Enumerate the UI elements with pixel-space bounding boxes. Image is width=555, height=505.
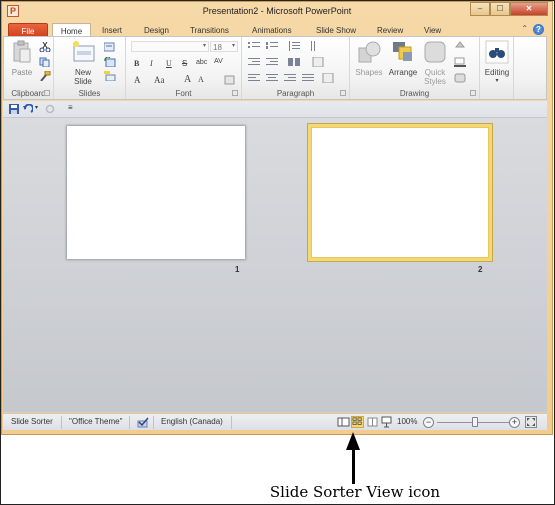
grow-font-button[interactable]: A (184, 74, 191, 85)
copy-icon[interactable] (39, 57, 51, 67)
binoculars-icon (485, 40, 509, 64)
slide-thumbnail-1[interactable] (67, 126, 245, 259)
status-bar: Slide Sorter "Office Theme" English (Can… (3, 413, 547, 430)
justify-icon[interactable] (302, 73, 314, 83)
quick-styles-button[interactable]: Quick Styles (420, 40, 450, 86)
clipboard-launcher[interactable] (44, 90, 50, 96)
new-slide-button[interactable]: New Slide (68, 40, 98, 86)
reading-view-icon[interactable] (366, 416, 379, 428)
paste-button[interactable]: Paste (8, 40, 36, 77)
slide-number-2: 2 (478, 265, 483, 274)
layout-icon[interactable] (104, 42, 116, 52)
bullets-icon[interactable] (248, 41, 260, 51)
section-icon[interactable] (104, 71, 116, 81)
align-text-icon[interactable] (312, 57, 324, 67)
undo-dropdown-icon[interactable]: ▾ (35, 104, 38, 111)
fit-to-window-icon[interactable] (525, 416, 537, 428)
slide-sorter-pane: 1 2 (3, 118, 547, 412)
drawing-group: Shapes Arrange Quick Styles Drawing (350, 37, 480, 99)
decrease-indent-icon[interactable] (248, 57, 260, 67)
underline-button[interactable]: U (166, 59, 172, 68)
annotation-caption: Slide Sorter View icon (269, 483, 441, 501)
ribbon: Paste Clipboard New Slide Slides ▾ 18 ▾ B… (3, 36, 547, 100)
font-group: ▾ 18 ▾ B I U S abc AV A Aa A A Font (126, 37, 242, 99)
slide-number-1: 1 (235, 265, 240, 274)
annotation-arrow-line (352, 446, 355, 484)
zoom-in-button[interactable]: + (509, 417, 520, 428)
text-direction-icon[interactable] (310, 41, 322, 51)
zoom-level[interactable]: 100% (397, 417, 417, 426)
font-launcher[interactable] (232, 90, 238, 96)
quick-access-toolbar: ▾ ≡ (3, 101, 547, 118)
strikethrough-button[interactable]: S (182, 59, 187, 68)
shapes-button[interactable]: Shapes (352, 40, 386, 77)
spell-check-icon[interactable] (137, 417, 149, 428)
paste-icon (13, 40, 31, 63)
minimize-button[interactable]: – (470, 2, 490, 16)
zoom-slider-thumb[interactable] (472, 417, 478, 427)
save-icon[interactable] (9, 104, 19, 114)
character-spacing-button[interactable]: AV (214, 58, 223, 65)
arrange-button[interactable]: Arrange (386, 40, 420, 77)
reset-icon[interactable] (104, 57, 116, 67)
editing-group: Editing ▾ (480, 37, 514, 99)
maximize-button[interactable]: ☐ (490, 2, 510, 16)
align-center-icon[interactable] (266, 73, 278, 83)
quick-styles-icon (424, 41, 446, 63)
paragraph-group: Paragraph (242, 37, 350, 99)
arrange-icon (393, 42, 412, 61)
view-name: Slide Sorter (11, 417, 53, 426)
convert-smartart-icon[interactable] (322, 73, 334, 83)
zoom-out-button[interactable]: − (423, 417, 434, 428)
normal-view-icon[interactable] (337, 416, 350, 428)
increase-indent-icon[interactable] (266, 57, 278, 67)
clipboard-group: Paste Clipboard (4, 37, 54, 99)
columns-icon[interactable] (288, 57, 300, 67)
shape-fill-icon[interactable] (454, 41, 466, 51)
font-size-dropdown[interactable]: 18 ▾ (210, 41, 238, 52)
numbering-icon[interactable] (266, 41, 278, 51)
slides-group: New Slide Slides (54, 37, 126, 99)
editing-button[interactable]: Editing ▾ (480, 40, 514, 86)
text-shadow-button[interactable]: abc (196, 59, 207, 66)
line-spacing-icon[interactable] (288, 41, 300, 51)
shrink-font-button[interactable]: A (198, 75, 204, 84)
shapes-icon (358, 41, 381, 63)
title-bar: P Presentation2 - Microsoft PowerPoint –… (2, 2, 552, 20)
close-button[interactable]: ✕ (510, 2, 548, 16)
redo-icon[interactable] (45, 104, 55, 114)
format-painter-icon[interactable] (39, 71, 51, 81)
new-slide-icon (73, 41, 95, 62)
align-right-icon[interactable] (284, 73, 296, 83)
align-left-icon[interactable] (248, 73, 260, 83)
shape-effects-icon[interactable] (454, 73, 466, 83)
customize-toolbar-icon[interactable]: ≡ (68, 103, 73, 112)
minimize-ribbon-icon[interactable]: ⌃ (521, 24, 528, 35)
change-case-button[interactable]: Aa (154, 75, 165, 85)
help-icon[interactable]: ? (533, 24, 544, 35)
slide-thumbnail-2[interactable] (308, 124, 492, 261)
font-name-dropdown[interactable]: ▾ (131, 41, 209, 52)
bold-button[interactable]: B (134, 59, 139, 68)
language[interactable]: English (Canada) (161, 417, 223, 426)
undo-icon[interactable] (23, 104, 33, 114)
italic-button[interactable]: I (150, 59, 153, 68)
paragraph-launcher[interactable] (340, 90, 346, 96)
shape-outline-icon[interactable] (454, 57, 466, 67)
theme-name[interactable]: "Office Theme" (69, 417, 122, 426)
slide-sorter-view-icon[interactable] (351, 416, 364, 428)
cut-icon[interactable] (39, 42, 51, 52)
slide-show-view-icon[interactable] (380, 416, 393, 428)
drawing-launcher[interactable] (470, 90, 476, 96)
clear-formatting-icon[interactable] (224, 75, 236, 85)
font-color-button[interactable]: A (134, 75, 141, 85)
